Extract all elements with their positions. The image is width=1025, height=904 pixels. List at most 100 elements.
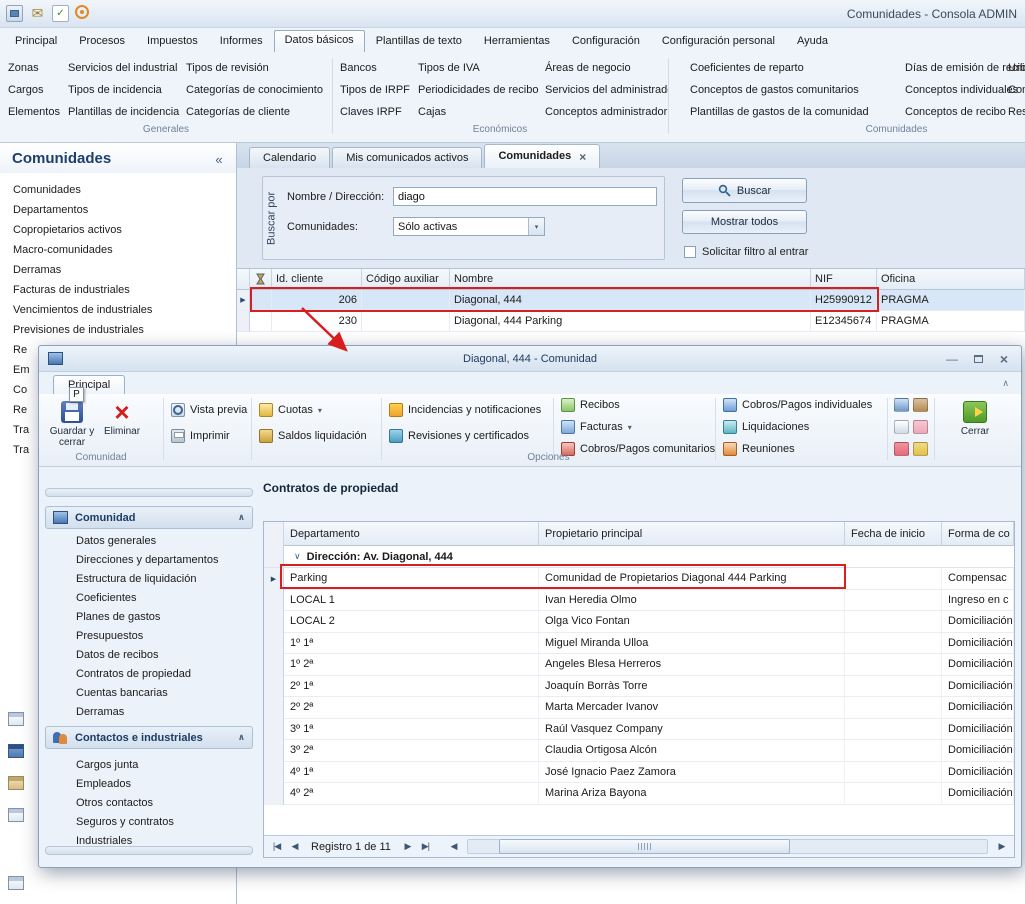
link-tipos-iva[interactable]: Tipos de IVA: [418, 61, 480, 76]
incidencias-button[interactable]: Incidencias y notificaciones: [389, 403, 541, 417]
nav-splitter-bottom[interactable]: [45, 846, 253, 855]
table-panel-icon[interactable]: [8, 712, 24, 726]
revisiones-button[interactable]: Revisiones y certificados: [389, 429, 529, 443]
liquidaciones-button[interactable]: Liquidaciones: [723, 420, 809, 434]
nav-item-cargos-junta[interactable]: Cargos junta: [45, 756, 253, 775]
link-clipped-3[interactable]: Res: [1008, 105, 1025, 120]
dialog-tab-principal[interactable]: Principal: [53, 375, 125, 394]
close-icon[interactable]: ×: [993, 350, 1015, 367]
ribbon-tab-principal[interactable]: Principal: [4, 31, 68, 52]
mail-icon[interactable]: ✉: [29, 5, 46, 22]
sidebar-item-derramas[interactable]: Derramas: [13, 260, 61, 280]
link-servicios-industrial[interactable]: Servicios del industrial: [68, 61, 177, 76]
col-header-propietario[interactable]: Propietario principal: [539, 522, 845, 546]
sidebar-item-facturas[interactable]: Facturas de industriales: [13, 280, 130, 300]
building-icon[interactable]: [913, 398, 928, 412]
recibos-button[interactable]: Recibos: [561, 398, 620, 412]
piggy-bank-icon[interactable]: [913, 420, 928, 434]
nav-item-planes-gastos[interactable]: Planes de gastos: [45, 608, 253, 627]
nav-item-direcciones[interactable]: Direcciones y departamentos: [45, 551, 253, 570]
link-cajas[interactable]: Cajas: [418, 105, 446, 120]
chevron-down-icon[interactable]: ▾: [528, 218, 544, 235]
link-plantillas-incidencia[interactable]: Plantillas de incidencia: [68, 105, 179, 120]
nav-item-otros-contactos[interactable]: Otros contactos: [45, 794, 253, 813]
sidebar-item-clipped-1[interactable]: Re: [13, 340, 27, 360]
scroll-left-icon[interactable]: ◀: [446, 841, 461, 852]
nav-next-icon[interactable]: ▶: [400, 841, 415, 852]
maximize-icon[interactable]: [967, 350, 989, 367]
link-claves-irpf[interactable]: Claves IRPF: [340, 105, 402, 120]
ribbon-tab-impuestos[interactable]: Impuestos: [136, 31, 209, 52]
console-icon[interactable]: [6, 5, 23, 22]
link-areas-negocio[interactable]: Áreas de negocio: [545, 61, 631, 76]
sidebar-item-previsiones[interactable]: Previsiones de industriales: [13, 320, 144, 340]
link-clipped-2[interactable]: Con: [1008, 83, 1025, 98]
link-conceptos-individuales[interactable]: Conceptos individuales: [905, 83, 1018, 98]
table-row-parking[interactable]: ▶ Parking Comunidad de Propietarios Diag…: [264, 568, 1014, 590]
sidebar-item-clipped-4[interactable]: Re: [13, 400, 27, 420]
nav-last-icon[interactable]: ▶|: [418, 841, 433, 852]
table-row-diagonal-444[interactable]: ▶ 206 Diagonal, 444 H25990912 PRAGMA: [237, 290, 1025, 311]
link-categorias-conocimiento[interactable]: Categorías de conocimiento: [186, 83, 323, 98]
checkbox-box[interactable]: [684, 246, 696, 258]
nav-item-cuentas-bancarias[interactable]: Cuentas bancarias: [45, 684, 253, 703]
col-header-oficina[interactable]: Oficina: [877, 269, 1025, 290]
tab-comunidades[interactable]: Comunidades ×: [484, 144, 600, 168]
col-header-fecha-inicio[interactable]: Fecha de inicio: [845, 522, 942, 546]
nav-item-seguros[interactable]: Seguros y contratos: [45, 813, 253, 832]
ribbon-tab-informes[interactable]: Informes: [209, 31, 274, 52]
col-header-nif[interactable]: NIF: [811, 269, 877, 290]
table-row-diagonal-444-parking[interactable]: 230 Diagonal, 444 Parking E12345674 PRAG…: [237, 311, 1025, 332]
tab-mis-comunicados[interactable]: Mis comunicados activos: [332, 147, 482, 168]
nav-splitter-top[interactable]: [45, 488, 253, 497]
cerrar-button[interactable]: Cerrar: [947, 396, 1003, 464]
envelope-icon[interactable]: [894, 420, 909, 434]
sidebar-item-vencimientos[interactable]: Vencimientos de industriales: [13, 300, 152, 320]
nav-first-icon[interactable]: |◀: [269, 841, 284, 852]
solicitar-filtro-checkbox[interactable]: Solicitar filtro al entrar: [684, 246, 808, 258]
link-dias-emision[interactable]: Días de emisión de recibo: [905, 61, 1025, 76]
sidebar-item-departamentos[interactable]: Departamentos: [13, 200, 88, 220]
link-elementos[interactable]: Elementos: [8, 105, 60, 120]
table-row[interactable]: 1º 2ª Angeles Blesa Herreros Domiciliaci…: [264, 654, 1014, 676]
link-bancos[interactable]: Bancos: [340, 61, 377, 76]
link-tipos-irpf[interactable]: Tipos de IRPF: [340, 83, 410, 98]
table-row[interactable]: LOCAL 1 Ivan Heredia Olmo Ingreso en c: [264, 590, 1014, 612]
close-tab-icon[interactable]: ×: [579, 151, 586, 163]
nav-item-contratos-propiedad[interactable]: Contratos de propiedad: [45, 665, 253, 684]
scrollbar-thumb[interactable]: [499, 839, 790, 854]
imprimir-button[interactable]: Imprimir: [171, 429, 230, 443]
filter-hourglass-icon[interactable]: [250, 269, 272, 290]
tab-calendario[interactable]: Calendario: [249, 147, 330, 168]
col-header-codigo-auxiliar[interactable]: Código auxiliar: [362, 269, 450, 290]
folder-panel-icon[interactable]: [8, 776, 24, 790]
link-zonas[interactable]: Zonas: [8, 61, 39, 76]
link-conceptos-gastos[interactable]: Conceptos de gastos comunitarios: [690, 83, 859, 98]
sidebar-item-comunidades[interactable]: Comunidades: [13, 180, 81, 200]
chevron-down-icon[interactable]: ∨: [294, 551, 301, 562]
group-row-direccion[interactable]: ∨ Dirección: Av. Diagonal, 444: [264, 546, 1014, 568]
link-servicios-administrador[interactable]: Servicios del administrador: [545, 83, 668, 98]
ribbon-tab-configuracion-personal[interactable]: Configuración personal: [651, 31, 786, 52]
horizontal-scrollbar[interactable]: [467, 839, 988, 854]
nav-item-derramas[interactable]: Derramas: [45, 703, 253, 722]
table-row[interactable]: 1º 1ª Miguel Miranda Ulloa Domiciliación: [264, 633, 1014, 655]
ribbon-tab-datos-basicos[interactable]: Datos básicos: [274, 30, 365, 52]
col-header-departamento[interactable]: Departamento: [284, 522, 539, 546]
table-row[interactable]: 3º 2ª Claudia Ortigosa Alcón Domiciliaci…: [264, 740, 1014, 762]
ribbon-collapse-icon[interactable]: ∧: [1002, 378, 1009, 389]
nav-item-estructura[interactable]: Estructura de liquidación: [45, 570, 253, 589]
col-header-forma-cobro[interactable]: Forma de co: [942, 522, 1014, 546]
grid-panel-icon[interactable]: [8, 808, 24, 822]
sidebar-item-clipped-5[interactable]: Tra: [13, 420, 29, 440]
nav-prev-icon[interactable]: ◀: [287, 841, 302, 852]
nav-group-comunidad[interactable]: Comunidad ∧: [45, 506, 253, 529]
mostrar-todos-button[interactable]: Mostrar todos: [682, 210, 807, 234]
nav-item-presupuestos[interactable]: Presupuestos: [45, 627, 253, 646]
link-categorias-cliente[interactable]: Categorías de cliente: [186, 105, 290, 120]
table-row[interactable]: LOCAL 2 Olga Vico Fontan Domiciliación: [264, 611, 1014, 633]
sidebar-item-clipped-3[interactable]: Co: [13, 380, 27, 400]
communities-filter-select[interactable]: Sólo activas ▾: [393, 217, 545, 236]
nav-group-contactos[interactable]: Contactos e industriales ∧: [45, 726, 253, 749]
saldos-liquidacion-button[interactable]: Saldos liquidación: [259, 429, 367, 443]
